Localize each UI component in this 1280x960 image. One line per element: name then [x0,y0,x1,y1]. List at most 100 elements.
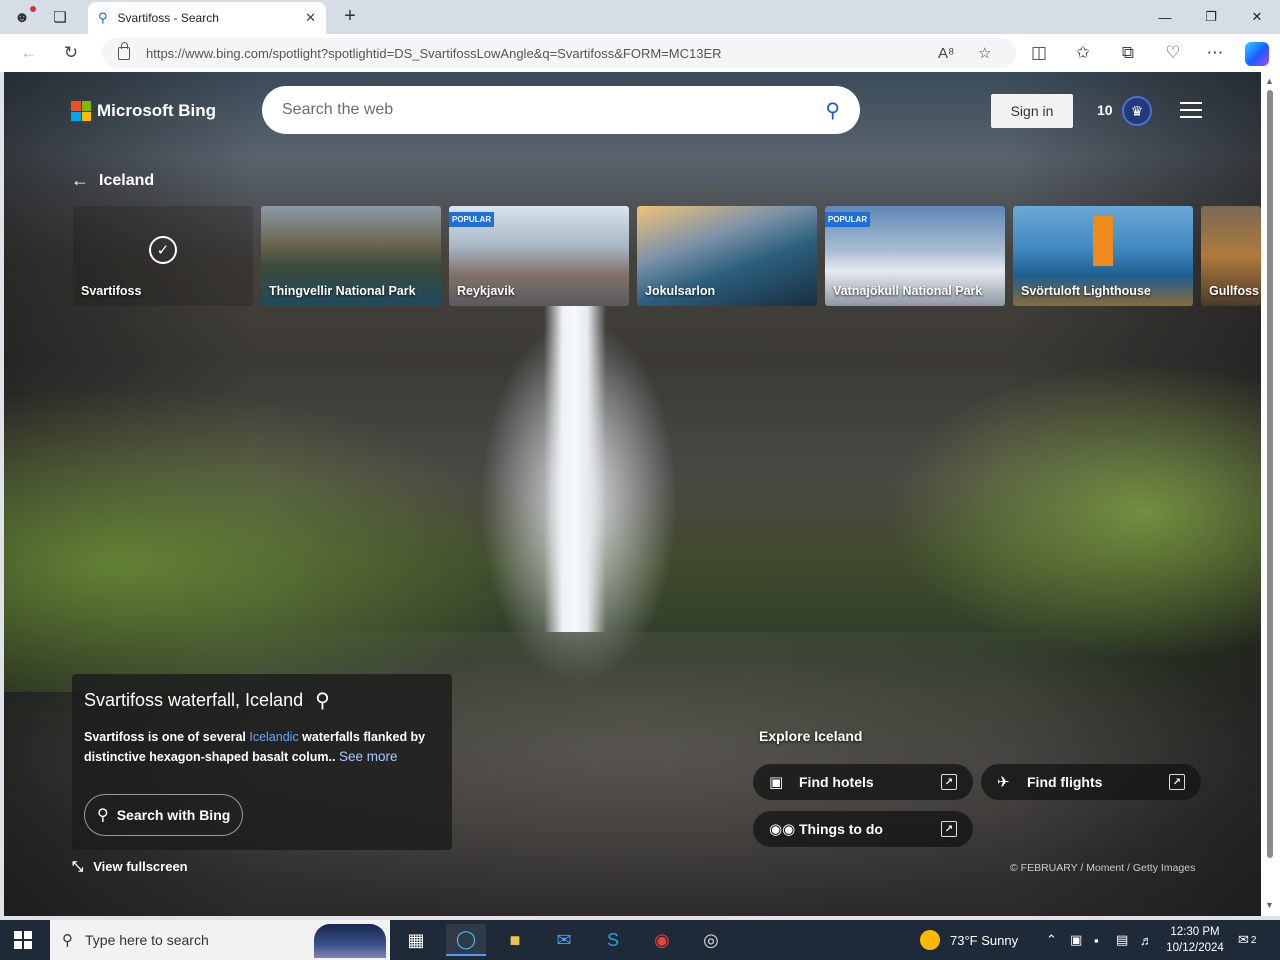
image-credit: © FEBRUARY / Moment / Getty Images [1010,862,1196,874]
carousel-card-svortuloft[interactable]: Svörtuloft Lighthouse [1013,206,1193,306]
notifications-icon[interactable]: ✉ 2 [1238,920,1256,960]
search-favicon-icon: ⚲ [98,10,108,25]
active-tab[interactable]: ⚲ Svartifoss - Search ✕ [88,2,326,34]
split-screen-icon[interactable]: ◫ [1026,41,1052,65]
windows-start-icon[interactable] [14,931,32,949]
card-label: Reykjavik [457,284,515,298]
close-window-button[interactable]: ✕ [1234,0,1280,34]
external-link-icon: ↗ [941,774,957,790]
scroll-down-icon[interactable]: ▼ [1265,900,1274,910]
notification-count: 2 [1250,934,1257,946]
minimize-button[interactable]: — [1142,0,1188,34]
search-icon: ⚲ [62,932,73,949]
desc-pre: Svartifoss is one of several [84,730,250,744]
collections-icon[interactable]: ⧉ [1115,41,1141,65]
rewards-trophy-icon[interactable]: ♛ [1122,96,1152,126]
restore-button[interactable]: ❐ [1188,0,1234,34]
file-explorer-icon[interactable]: ■ [495,924,535,956]
weather-text: 73°F Sunny [950,932,1019,948]
skype-icon[interactable]: S [593,924,633,956]
sign-in-button[interactable]: Sign in [991,94,1073,128]
carousel-card-svartifoss[interactable]: ✓ Svartifoss [73,206,253,306]
search-box[interactable]: ⚲ [262,86,860,134]
lock-icon [118,41,130,60]
spotlight-page: Microsoft Bing ⚲ Sign in 10 ♛ ← Iceland … [4,72,1261,916]
read-aloud-icon[interactable]: A⁸ [938,38,954,68]
page-scrollbar[interactable]: ▲ ▼ [1261,72,1280,916]
back-to-iceland-link[interactable]: ← Iceland [71,170,154,191]
find-hotels-label: Find hotels [799,774,874,790]
url-text: https://www.bing.com/spotlight?spotlight… [146,45,722,61]
show-hidden-icons[interactable]: ⌃ [1046,920,1057,960]
refresh-button[interactable]: ↻ [58,41,84,65]
copilot-icon[interactable] [1245,42,1269,66]
clock-date: 10/12/2024 [1166,942,1224,954]
sun-icon [920,930,940,950]
info-description: Svartifoss is one of several Icelandic w… [84,727,440,767]
address-bar[interactable]: https://www.bing.com/spotlight?spotlight… [102,38,1016,68]
find-hotels-button[interactable]: ▣ Find hotels ↗ [753,764,973,800]
mail-icon[interactable]: ✉ [544,924,584,956]
explore-title: Explore Iceland [759,728,863,744]
carousel-card-vatnajokull[interactable]: POPULAR Vatnajökull National Park [825,206,1005,306]
search-input[interactable] [282,101,826,119]
microsoft-logo-icon [71,101,91,121]
lighthouse-shape [1093,216,1113,266]
scrollbar-thumb[interactable] [1267,90,1273,858]
task-view-icon[interactable]: ▦ [396,924,436,956]
navigation-bar: ← ↻ https://www.bing.com/spotlight?spotl… [0,34,1280,72]
logo-text: Microsoft Bing [97,101,216,120]
carousel-card-gullfoss[interactable]: Gullfoss [1201,206,1261,306]
image-info-panel: Svartifoss waterfall, Iceland ⚲ Svartifo… [72,674,452,850]
card-label: Svartifoss [81,284,142,298]
taskbar-search-box[interactable]: ⚲ Type here to search [50,920,390,960]
card-label: Svörtuloft Lighthouse [1021,284,1151,298]
search-icon[interactable]: ⚲ [825,98,840,123]
back-button[interactable]: ← [16,41,42,65]
find-flights-button[interactable]: ✈ Find flights ↗ [981,764,1201,800]
expand-icon: ⤡ [72,858,84,874]
browser-essentials-icon[interactable]: ♡ [1160,41,1186,65]
back-link-label: Iceland [99,171,155,189]
view-fullscreen-link[interactable]: ⤡ View fullscreen [72,858,188,875]
taskbar-search-placeholder: Type here to search [85,932,209,948]
info-title[interactable]: Svartifoss waterfall, Iceland ⚲ [84,688,440,713]
volume-icon[interactable]: ♬ [1140,920,1153,960]
card-label: Thingvellir National Park [269,284,416,298]
tab-title: Svartifoss - Search [117,11,219,25]
rewards-count[interactable]: 10 [1097,102,1113,118]
more-menu-icon[interactable]: ⋯ [1202,41,1228,65]
favorites-icon[interactable]: ✩ [1070,41,1096,65]
hamburger-menu-icon[interactable] [1180,102,1202,118]
chrome-icon[interactable]: ◉ [642,924,682,956]
meet-now-icon[interactable]: ▣ [1070,920,1082,960]
workspaces-icon[interactable]: ❏ [48,5,72,29]
carousel-card-reykjavik[interactable]: POPULAR Reykjavik [449,206,629,306]
bing-logo[interactable]: Microsoft Bing [71,101,216,121]
taskbar-clock[interactable]: 12:30 PM 10/12/2024 [1164,924,1226,956]
clock-time: 12:30 PM [1170,926,1220,938]
carousel-card-jokulsarlon[interactable]: Jokulsarlon [637,206,817,306]
back-arrow-icon: ← [71,170,89,190]
windows-taskbar: ⚲ Type here to search ▦ ◯ ■ ✉ S ◉ ◎ 73°F… [0,920,1280,960]
screen-recorder-icon[interactable]: ◎ [691,924,731,956]
new-tab-button[interactable]: + [338,4,362,28]
microphone-icon[interactable]: ▪ [1094,920,1099,960]
close-tab-icon[interactable]: ✕ [305,10,316,26]
scroll-up-icon[interactable]: ▲ [1265,76,1274,86]
see-more-link[interactable]: See more [339,749,398,764]
popular-badge: POPULAR [449,212,495,227]
favorite-star-icon[interactable]: ☆ [978,38,991,68]
search-with-bing-button[interactable]: ⚲ Search with Bing [84,794,244,836]
external-link-icon: ↗ [941,821,957,837]
carousel-card-thingvellir[interactable]: Thingvellir National Park [261,206,441,306]
network-icon[interactable]: ▤ [1116,920,1128,960]
search-icon[interactable]: ⚲ [315,688,330,713]
tab-bar: ☻ ❏ ⚲ Svartifoss - Search ✕ + — ❐ ✕ [0,0,1280,34]
things-to-do-label: Things to do [799,821,883,837]
icelandic-link[interactable]: Icelandic [249,730,298,744]
weather-widget[interactable]: 73°F Sunny [920,920,1018,960]
things-to-do-button[interactable]: ◉◉ Things to do ↗ [753,811,973,847]
find-flights-label: Find flights [1027,774,1103,790]
edge-browser-icon[interactable]: ◯ [446,924,486,956]
